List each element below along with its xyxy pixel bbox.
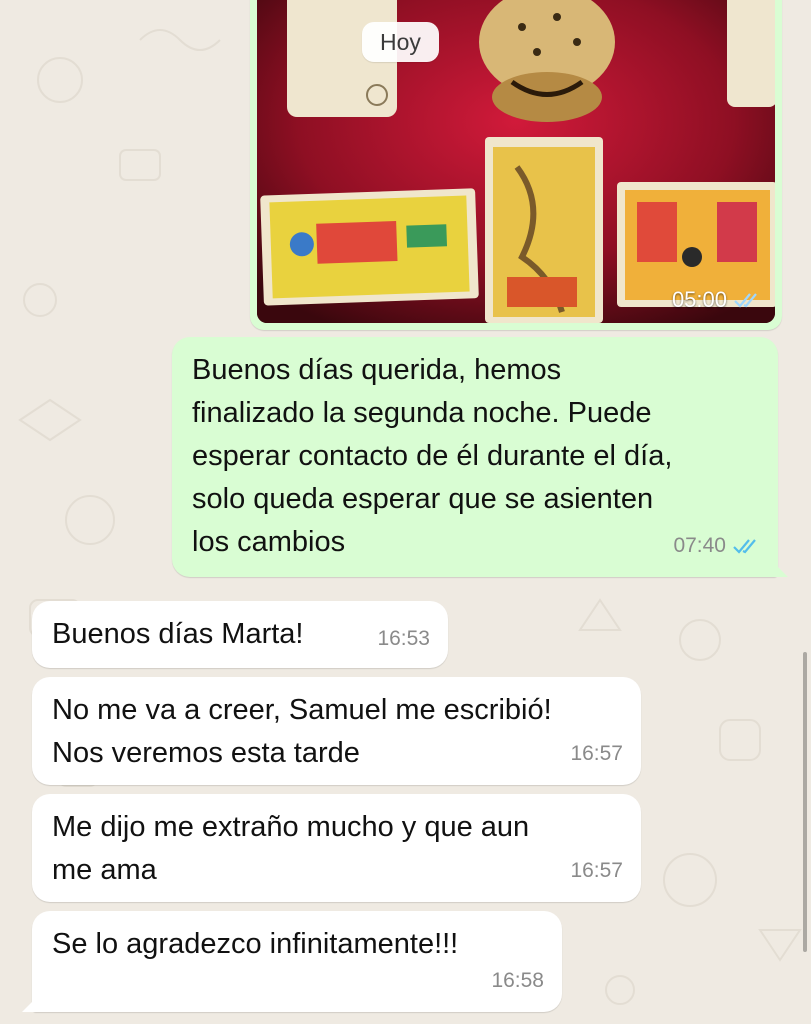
time-label: 16:53 xyxy=(377,627,430,650)
message-line: esperar contacto de él durante el día, xyxy=(192,440,673,472)
date-separator: Hoy xyxy=(362,22,439,62)
outgoing-message[interactable]: Buenos días querida, hemos finalizado la… xyxy=(172,337,788,577)
message-timestamp: 07:40 xyxy=(673,524,760,567)
scrollbar[interactable] xyxy=(803,652,807,952)
bubble-tail xyxy=(774,563,788,577)
incoming-message[interactable]: Se lo agradezco infinitamente!!! 16:58 xyxy=(22,911,562,1012)
time-label: 16:57 xyxy=(570,859,623,882)
time-label: 16:58 xyxy=(491,969,544,992)
message-timestamp: 16:57 xyxy=(570,849,623,892)
message-timestamp: 16:53 xyxy=(377,617,430,660)
image-message[interactable]: 05:00 xyxy=(250,0,782,330)
incoming-message[interactable]: Me dijo me extraño mucho y que aun me am… xyxy=(32,794,641,902)
message-line: No me va a creer, Samuel me escribió! xyxy=(52,694,552,726)
message-line: me ama xyxy=(52,854,157,886)
incoming-message[interactable]: No me va a creer, Samuel me escribió! No… xyxy=(32,677,641,785)
image-timestamp: 05:00 xyxy=(672,287,761,313)
message-line: solo queda esperar que se asienten xyxy=(192,483,654,515)
double-check-icon xyxy=(732,537,760,555)
message-line: Me dijo me extraño mucho y que aun xyxy=(52,811,530,843)
date-label: Hoy xyxy=(380,28,421,55)
message-line: Buenos días querida, hemos xyxy=(192,354,562,386)
incoming-message[interactable]: Buenos días Marta! 16:53 xyxy=(32,601,448,668)
double-check-icon xyxy=(733,291,761,309)
tarot-photo[interactable]: 05:00 xyxy=(257,0,775,323)
image-time: 05:00 xyxy=(671,287,727,312)
message-line: Nos veremos esta tarde xyxy=(52,737,360,769)
message-timestamp: 16:57 xyxy=(570,732,623,775)
message-line: finalizado la segunda noche. Puede xyxy=(192,397,652,429)
time-label: 07:40 xyxy=(673,534,726,557)
message-line: Se lo agradezco infinitamente!!! xyxy=(52,928,459,960)
message-timestamp: 16:58 xyxy=(491,959,544,1002)
time-label: 16:57 xyxy=(570,742,623,765)
message-line: Buenos días Marta! xyxy=(52,618,304,650)
bubble-tail xyxy=(22,998,36,1012)
